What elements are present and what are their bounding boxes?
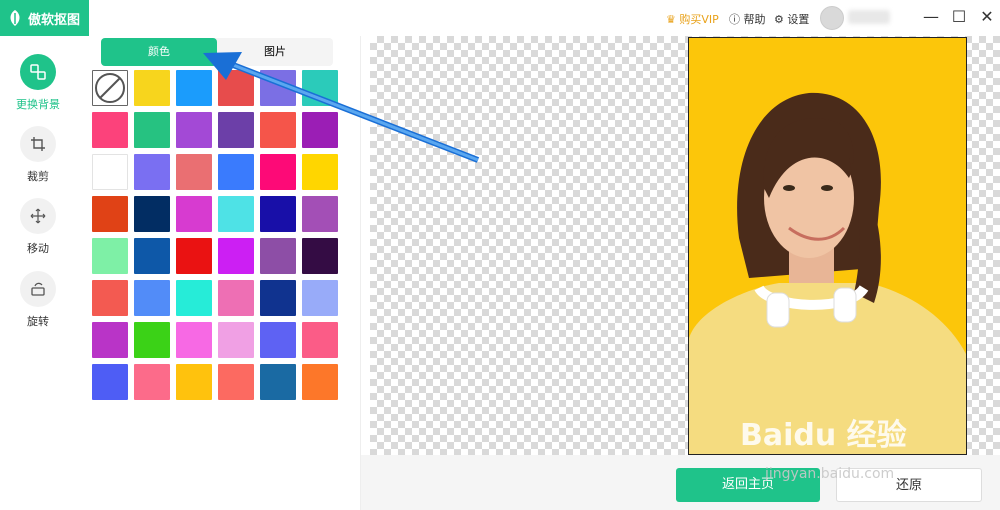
color-swatch[interactable] bbox=[134, 112, 170, 148]
baidu-watermark: Baidu 经验 bbox=[740, 418, 907, 453]
color-swatch[interactable] bbox=[302, 364, 338, 400]
crop-icon bbox=[20, 126, 56, 162]
tab-color[interactable]: 颜色 bbox=[101, 38, 217, 66]
color-swatch[interactable] bbox=[302, 322, 338, 358]
color-swatch[interactable] bbox=[218, 322, 254, 358]
color-swatch[interactable] bbox=[176, 154, 212, 190]
color-swatch[interactable] bbox=[176, 280, 212, 316]
buy-vip-label: 购买VIP bbox=[679, 13, 719, 26]
color-swatch[interactable] bbox=[134, 154, 170, 190]
username-blurred bbox=[848, 10, 890, 24]
color-swatch[interactable] bbox=[176, 322, 212, 358]
color-swatch[interactable] bbox=[176, 70, 212, 106]
color-swatch[interactable] bbox=[218, 154, 254, 190]
no-color-icon bbox=[95, 73, 125, 103]
color-swatch[interactable] bbox=[302, 70, 338, 106]
baidu-watermark-url: jingyan.baidu.com bbox=[765, 466, 895, 482]
color-swatch[interactable] bbox=[92, 154, 128, 190]
color-swatch[interactable] bbox=[176, 196, 212, 232]
color-swatch[interactable] bbox=[260, 364, 296, 400]
color-swatch[interactable] bbox=[92, 112, 128, 148]
panel-divider bbox=[360, 36, 361, 510]
color-swatch[interactable] bbox=[260, 322, 296, 358]
color-swatch[interactable] bbox=[218, 70, 254, 106]
color-swatch[interactable] bbox=[218, 112, 254, 148]
color-swatch[interactable] bbox=[176, 364, 212, 400]
help-icon: ⓘ bbox=[729, 13, 740, 26]
no-color-swatch[interactable] bbox=[92, 70, 128, 106]
replace-bg-icon bbox=[20, 54, 56, 90]
color-swatch[interactable] bbox=[260, 196, 296, 232]
rotate-icon bbox=[20, 271, 56, 307]
color-swatch[interactable] bbox=[134, 238, 170, 274]
help-label: 帮助 bbox=[743, 13, 766, 26]
color-swatch[interactable] bbox=[134, 322, 170, 358]
sidebar-item-rotate[interactable]: 旋转 bbox=[0, 271, 76, 329]
portrait-image bbox=[689, 92, 966, 454]
app-logo: 傲软抠图 bbox=[0, 0, 89, 36]
gear-icon: ⚙ bbox=[774, 13, 784, 26]
settings-button[interactable]: ⚙ 设置 bbox=[774, 11, 809, 27]
color-swatch[interactable] bbox=[302, 280, 338, 316]
color-swatch[interactable] bbox=[134, 280, 170, 316]
app-title: 傲软抠图 bbox=[28, 12, 81, 28]
vip-crown-icon: ♛ bbox=[666, 13, 676, 26]
color-swatch[interactable] bbox=[134, 70, 170, 106]
sidebar: 更换背景 裁剪 移动 旋转 bbox=[0, 36, 76, 510]
settings-label: 设置 bbox=[787, 13, 810, 26]
color-swatch[interactable] bbox=[218, 196, 254, 232]
color-swatch[interactable] bbox=[260, 70, 296, 106]
avatar[interactable] bbox=[820, 6, 844, 30]
move-icon bbox=[20, 198, 56, 234]
leaf-logo-icon bbox=[10, 10, 20, 26]
bg-type-tabs: 颜色 图片 bbox=[101, 38, 333, 66]
color-swatch[interactable] bbox=[176, 112, 212, 148]
sidebar-item-move[interactable]: 移动 bbox=[0, 198, 76, 256]
color-swatch[interactable] bbox=[302, 196, 338, 232]
color-swatch[interactable] bbox=[260, 112, 296, 148]
color-swatch[interactable] bbox=[218, 280, 254, 316]
color-swatch[interactable] bbox=[92, 196, 128, 232]
sidebar-item-replace-bg[interactable]: 更换背景 bbox=[0, 54, 76, 112]
color-swatch[interactable] bbox=[92, 364, 128, 400]
sidebar-item-label: 裁剪 bbox=[27, 170, 49, 183]
color-swatch[interactable] bbox=[260, 154, 296, 190]
minimize-button[interactable]: — bbox=[922, 8, 940, 26]
buy-vip-button[interactable]: ♛ 购买VIP bbox=[666, 11, 719, 27]
color-swatch[interactable] bbox=[134, 364, 170, 400]
color-swatch[interactable] bbox=[92, 322, 128, 358]
close-button[interactable]: ✕ bbox=[978, 8, 996, 26]
color-swatch[interactable] bbox=[218, 238, 254, 274]
sidebar-item-label: 旋转 bbox=[27, 315, 49, 328]
color-swatch[interactable] bbox=[92, 238, 128, 274]
photo-preview bbox=[688, 37, 967, 455]
color-swatch[interactable] bbox=[302, 238, 338, 274]
color-swatch[interactable] bbox=[302, 154, 338, 190]
maximize-button[interactable]: ☐ bbox=[950, 8, 968, 26]
color-swatch[interactable] bbox=[302, 112, 338, 148]
color-swatch[interactable] bbox=[218, 364, 254, 400]
color-swatch[interactable] bbox=[260, 238, 296, 274]
sidebar-item-label: 移动 bbox=[27, 242, 49, 255]
color-swatch[interactable] bbox=[260, 280, 296, 316]
color-swatch[interactable] bbox=[134, 196, 170, 232]
sidebar-item-crop[interactable]: 裁剪 bbox=[0, 126, 76, 184]
help-button[interactable]: ⓘ 帮助 bbox=[729, 11, 766, 27]
color-swatch[interactable] bbox=[176, 238, 212, 274]
color-swatch[interactable] bbox=[92, 280, 128, 316]
tab-image[interactable]: 图片 bbox=[217, 38, 333, 66]
sidebar-item-label: 更换背景 bbox=[16, 98, 60, 111]
